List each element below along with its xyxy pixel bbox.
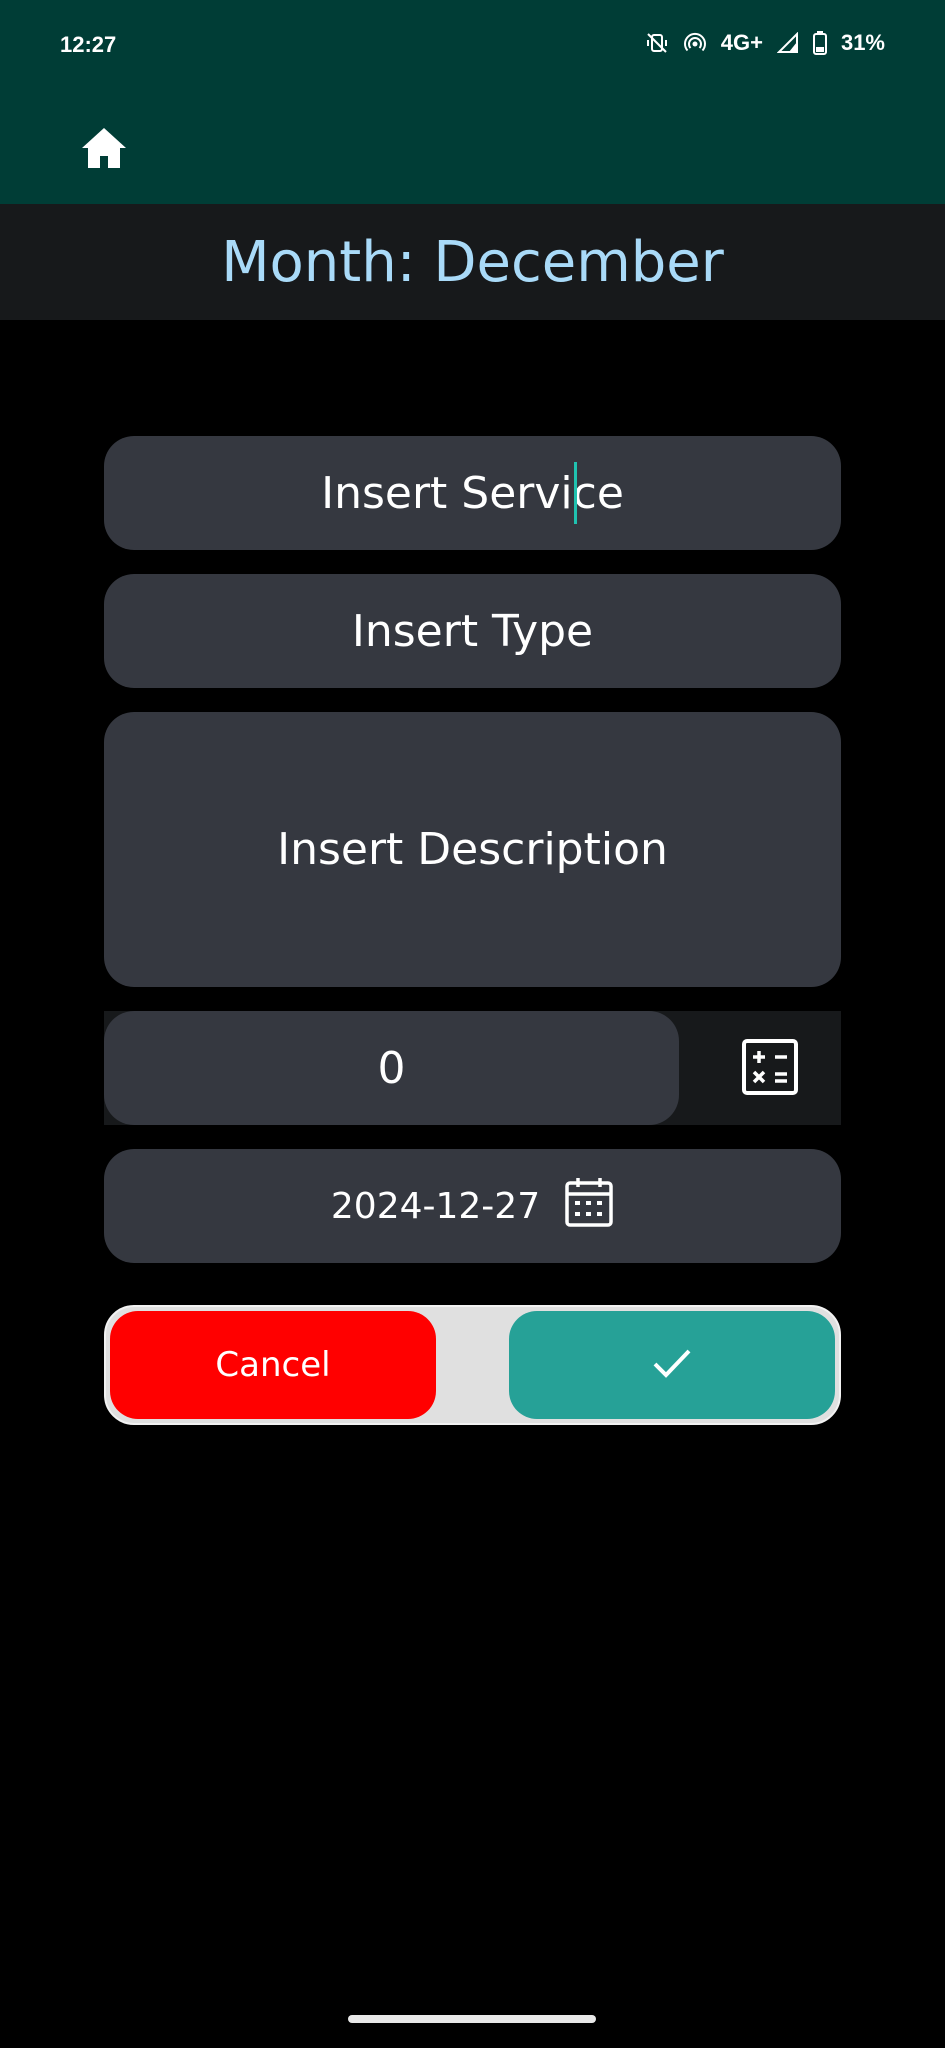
month-header: Month: December [0, 204, 945, 320]
date-value: 2024-12-27 [330, 1185, 541, 1227]
service-input[interactable]: Insert Service [104, 436, 841, 550]
network-type: 4G+ [720, 30, 763, 55]
app-bar [0, 96, 945, 204]
text-cursor [574, 462, 577, 524]
calculator-button[interactable] [740, 1037, 800, 1097]
confirm-button[interactable] [509, 1311, 835, 1419]
status-time: 12:27 [60, 32, 117, 57]
amount-input[interactable]: 0 [104, 1011, 679, 1125]
page-title: Month: December [221, 229, 724, 295]
status-icons: 4G+ 31% [645, 30, 885, 56]
calculator-icon [740, 1039, 800, 1101]
battery-icon [812, 31, 827, 55]
gesture-nav-handle[interactable] [348, 2015, 596, 2023]
battery-percent: 31% [840, 30, 885, 55]
amount-value: 0 [377, 1042, 406, 1094]
checkmark-icon [652, 1347, 692, 1384]
cancel-button[interactable]: Cancel [110, 1311, 436, 1419]
status-bar: 12:27 4G+ 31% [0, 0, 945, 96]
vibrate-off-icon [645, 31, 669, 55]
amount-row: 0 [104, 1011, 841, 1125]
hotspot-icon [683, 31, 707, 55]
date-picker[interactable]: 2024-12-27 [104, 1149, 841, 1263]
cancel-label: Cancel [215, 1345, 331, 1385]
service-placeholder: Insert Service [321, 467, 624, 519]
calendar-icon [564, 1176, 614, 1237]
type-placeholder: Insert Type [351, 605, 594, 657]
home-icon [80, 126, 128, 175]
home-button[interactable] [76, 122, 132, 178]
description-placeholder: Insert Description [277, 824, 668, 875]
type-input[interactable]: Insert Type [104, 574, 841, 688]
signal-icon [776, 32, 799, 54]
description-input[interactable]: Insert Description [104, 712, 841, 987]
action-buttons: Cancel [104, 1305, 841, 1425]
